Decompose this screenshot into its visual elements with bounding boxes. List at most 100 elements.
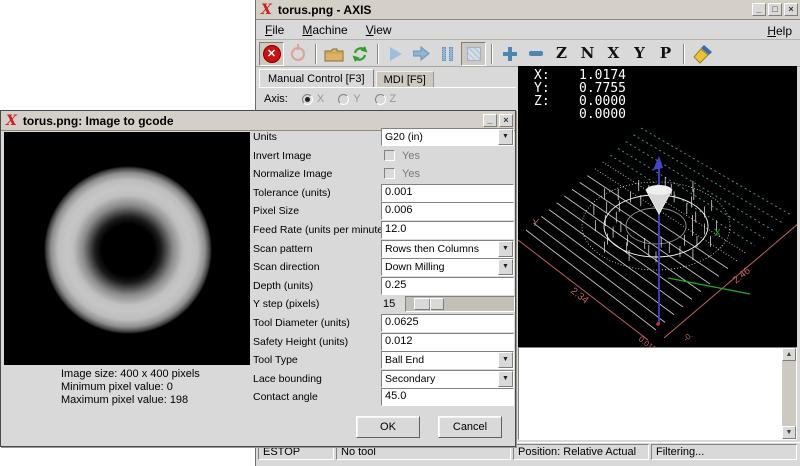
plus-icon [503,47,517,61]
y-step-value: 15 [383,298,395,310]
gcode-scrollbar[interactable]: ▲ ▼ [782,348,796,439]
toolbar: ✕ [256,41,800,67]
field-label: Contact angle [253,391,318,403]
ok-button[interactable]: OK [356,416,420,438]
cancel-button[interactable]: Cancel [438,416,502,438]
axis-radio-z-label: Z [390,93,397,105]
close-button[interactable]: × [784,3,798,16]
safety-height-input[interactable]: 0.012 [381,333,514,351]
pause-icon [442,47,453,61]
view-front-button[interactable]: Y [627,42,652,66]
scan-pattern-select[interactable]: Rows then Columns ▼ [381,240,514,258]
dimension-line-left [518,240,648,340]
app-logo-icon: X [261,3,272,17]
view-side-button[interactable]: X [601,42,626,66]
field-row-contact-angle: Contact angle 45.0 [1,388,517,406]
open-file-button[interactable] [321,42,346,66]
slider-thumb[interactable] [414,298,444,310]
zoom-out-button[interactable] [523,42,548,66]
tab-strip: Manual Control [F3] MDI [F5] [259,69,434,88]
tool-diameter-input[interactable]: 0.0625 [381,314,514,332]
maximize-button[interactable]: □ [768,3,782,16]
pixel-size-input[interactable]: 0.006 [381,202,514,220]
chevron-down-icon: ▼ [498,259,513,275]
field-row-tool-diameter: Tool Diameter (units) 0.0625 [1,314,517,332]
minimize-button[interactable]: _ [483,114,497,127]
scroll-down-icon[interactable]: ▼ [782,426,796,439]
axis-titlebar[interactable]: X torus.png - AXIS _ □ × [256,0,800,20]
app-logo-icon: X [6,114,17,128]
view-perspective-icon: P [660,46,671,61]
field-row-scan-pattern: Scan pattern Rows then Columns ▼ [1,240,517,258]
estop-button[interactable]: ✕ [259,42,284,66]
axis-window-title: torus.png - AXIS [278,3,372,17]
chevron-down-icon: ▼ [498,352,513,368]
axis-radio-z[interactable] [375,94,386,105]
field-row-invert-image: Invert Image Yes [1,147,517,165]
estop-icon: ✕ [263,45,281,63]
view-rotated-top-button[interactable]: N [575,42,600,66]
menu-file[interactable]: File [256,21,293,39]
menu-machine[interactable]: Machine [293,21,356,39]
gcode-listing[interactable]: ▲ ▼ [518,347,797,440]
run-button[interactable] [383,42,408,66]
x-axis-label: X [714,228,721,239]
tool-type-select[interactable]: Ball End ▼ [381,351,514,369]
backplot-preview[interactable]: 2.34 2.46 0.010 -0. Y X X:1.0174 Y:0.775… [518,66,797,347]
field-row-y-step: Y step (pixels) 15 [1,295,517,313]
dimension-label-right: 2.46 [731,265,753,286]
field-row-tool-type: Tool Type Ball End ▼ [1,351,517,369]
depth-input[interactable]: 0.25 [381,277,514,295]
field-label: Scan direction [253,261,320,273]
field-label: Invert Image [253,150,311,162]
menu-help[interactable]: Help [763,22,796,40]
chevron-down-icon: ▼ [498,371,513,387]
contact-angle-input[interactable]: 45.0 [381,388,514,406]
view-top-icon: Z [556,46,567,61]
menubar: File Machine View Help [256,20,800,40]
pause-button[interactable] [435,42,460,66]
scroll-up-icon[interactable]: ▲ [782,348,796,361]
field-row-depth: Depth (units) 0.25 [1,277,517,295]
toolbar-separator [315,44,317,64]
axis-radio-x-label: X [317,93,324,105]
tool-cone-top [646,185,672,195]
clear-plot-button[interactable] [689,42,714,66]
view-perspective-button[interactable]: P [653,42,678,66]
tab-mdi[interactable]: MDI [F5] [376,71,434,88]
invert-image-checkbox[interactable] [384,150,395,161]
minimize-button[interactable]: _ [752,3,766,16]
toolbar-separator [377,44,379,64]
field-row-normalize-image: Normalize Image Yes [1,165,517,183]
tab-manual-control[interactable]: Manual Control [F3] [259,69,374,88]
scan-direction-select[interactable]: Down Milling ▼ [381,258,514,276]
field-label: Pixel Size [253,205,299,217]
stop-button[interactable] [461,42,486,66]
dialog-title: torus.png: Image to gcode [23,114,174,128]
menu-view[interactable]: View [357,21,401,39]
reload-button[interactable] [347,42,372,66]
field-label: Normalize Image [253,168,332,180]
axis-radio-y[interactable] [338,94,349,105]
close-button[interactable]: × [499,114,513,127]
axis-radio-x[interactable] [302,94,313,105]
view-front-icon: Y [634,46,645,61]
view-top-button[interactable]: Z [549,42,574,66]
zoom-in-button[interactable] [497,42,522,66]
lace-bounding-select[interactable]: Secondary ▼ [381,370,514,388]
tolerance-input[interactable]: 0.001 [381,184,514,202]
feed-rate-input[interactable]: 12.0 [381,221,514,239]
image-to-gcode-dialog: X torus.png: Image to gcode _ × Image si… [0,110,516,447]
field-label: Units [253,131,277,143]
dimension-label-left: 2.34 [568,286,590,307]
y-step-slider[interactable] [405,296,515,312]
units-select[interactable]: G20 (in) ▼ [381,128,514,146]
machine-power-button[interactable] [285,42,310,66]
field-row-lace-bounding: Lace bounding Secondary ▼ [1,370,517,388]
normalize-image-checkbox[interactable] [384,168,395,179]
step-button[interactable] [409,42,434,66]
folder-icon [324,46,344,62]
broom-icon [691,44,713,64]
field-row-safety-height: Safety Height (units) 0.012 [1,333,517,351]
field-label: Y step (pixels) [253,298,319,310]
